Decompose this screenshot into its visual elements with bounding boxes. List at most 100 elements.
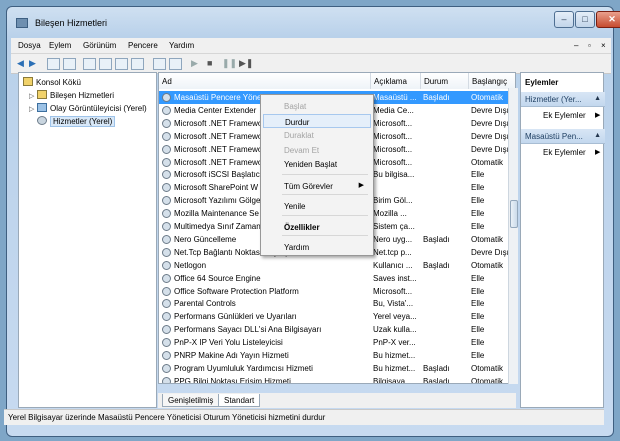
service-icon: [162, 376, 171, 383]
scrollbar-thumb[interactable]: [510, 200, 518, 228]
help-icon[interactable]: [153, 58, 166, 70]
up-folder-icon[interactable]: [47, 58, 60, 70]
menu-dosya[interactable]: Dosya: [18, 41, 41, 50]
tree-node-component-services[interactable]: ▷ Bileşen Hizmetleri: [29, 90, 114, 100]
table-row[interactable]: Office Software Protection Platform Micro…: [159, 285, 515, 298]
cell-description: Nero uyg...: [373, 234, 413, 244]
table-row[interactable]: Performans Sayacı DLL'si Ana Bilgisayarı…: [159, 323, 515, 336]
collapse-icon[interactable]: ▲: [594, 132, 601, 139]
column-header-status[interactable]: Durum: [421, 73, 469, 89]
cell-description: Bu, Vista'...: [373, 299, 414, 309]
context-item-0[interactable]: Başlat: [263, 99, 371, 113]
mdi-close-button[interactable]: ×: [601, 41, 606, 50]
tree-node-event-viewer[interactable]: ▷ Olay Görüntüleyicisi (Yerel): [29, 103, 147, 113]
menu-pencere[interactable]: Pencere: [128, 41, 158, 50]
tab-extended[interactable]: Genişletilmiş: [162, 394, 220, 407]
context-item-8[interactable]: Yardım: [263, 240, 371, 254]
mdi-minimize-button[interactable]: –: [574, 41, 578, 50]
start-service-icon[interactable]: ▶: [191, 58, 198, 69]
view-icon[interactable]: [131, 58, 144, 70]
column-header-description[interactable]: Açıklama: [371, 73, 421, 89]
cell-status: [423, 207, 469, 220]
menu-separator: [282, 235, 368, 236]
service-icon: [162, 170, 171, 180]
service-icon: [162, 325, 171, 335]
context-item-7[interactable]: Özellikler: [263, 220, 371, 234]
service-icon: [162, 247, 171, 257]
service-icon: [162, 93, 171, 102]
actions-group-services[interactable]: Hizmetler (Yer... ▲: [521, 92, 605, 107]
action-pane-icon[interactable]: [169, 58, 182, 70]
stop-service-icon[interactable]: ■: [207, 58, 212, 68]
more-actions-dwm[interactable]: Ek Eylemler: [543, 148, 586, 157]
service-icon: [162, 299, 171, 309]
minimize-button[interactable]: –: [554, 11, 574, 28]
vertical-scrollbar[interactable]: [508, 88, 518, 384]
cell-status: Başladı: [423, 234, 450, 244]
folder-icon: [37, 90, 47, 99]
context-item-3[interactable]: Devam Et: [263, 143, 371, 157]
cell-name: Performans Günlükleri ve Uyarıları: [174, 312, 297, 322]
context-item-5[interactable]: Tüm Görevler ▶: [263, 179, 371, 193]
view-tabs: Genişletilmiş Standart: [158, 393, 516, 408]
cell-description: Uzak kulla...: [373, 325, 417, 335]
close-button[interactable]: ✕: [596, 11, 620, 28]
cell-description: PnP-X ver...: [373, 338, 416, 348]
table-row[interactable]: Netlogon Kullanıcı ... Başladı Otomatik: [159, 259, 515, 272]
export-list-icon[interactable]: [99, 58, 112, 70]
forward-icon[interactable]: ▶: [29, 58, 36, 69]
tab-standard[interactable]: Standart: [218, 394, 261, 407]
table-row[interactable]: Performans Günlükleri ve Uyarıları Yerel …: [159, 310, 515, 323]
title-bar[interactable]: Bileşen Hizmetleri – □ ✕: [7, 7, 620, 35]
menu-eylem[interactable]: Eylem: [49, 41, 71, 50]
table-row[interactable]: Program Uyumluluk Yardımcısı Hizmeti Bu h…: [159, 362, 515, 375]
collapse-icon[interactable]: ▲: [594, 95, 601, 102]
submenu-arrow-icon: ▶: [595, 112, 601, 119]
cell-status: [423, 285, 469, 298]
properties-icon[interactable]: [83, 58, 96, 70]
table-row[interactable]: Office 64 Source Engine Saves inst... Elle: [159, 272, 515, 285]
menu-gorunum[interactable]: Görünüm: [83, 41, 116, 50]
cell-status: [423, 349, 469, 362]
context-item-1[interactable]: Durdur: [263, 114, 371, 128]
menu-separator: [282, 194, 368, 195]
tree-root[interactable]: Konsol Kökü: [23, 77, 81, 87]
back-icon[interactable]: ◀: [17, 58, 24, 69]
table-row[interactable]: PnP-X IP Veri Yolu Listeleyicisi PnP-X ve…: [159, 336, 515, 349]
maximize-button[interactable]: □: [575, 11, 595, 28]
service-icon: [162, 131, 171, 141]
more-actions-services[interactable]: Ek Eylemler: [543, 111, 586, 120]
service-icon: [162, 183, 171, 193]
context-item-4[interactable]: Yeniden Başlat: [263, 157, 371, 171]
window-title: Bileşen Hizmetleri: [35, 18, 108, 28]
service-icon: [162, 351, 171, 360]
mdi-restore-button[interactable]: ▫: [588, 41, 591, 50]
pause-service-icon[interactable]: ❚❚: [222, 58, 237, 69]
actions-title: Eylemler: [525, 78, 559, 87]
services-icon: [37, 116, 47, 125]
cell-status: Başladı: [423, 376, 450, 384]
context-item-6[interactable]: Yenile: [263, 199, 371, 213]
refresh-icon[interactable]: [115, 58, 128, 70]
cell-name: PnP-X IP Veri Yolu Listeleyicisi: [174, 338, 283, 348]
cell-status: [423, 323, 469, 336]
tree-node-services-local[interactable]: Hizmetler (Yerel): [37, 116, 116, 127]
toolbar: ◀ ▶ ▶ ■ ❚❚ ▶❚: [11, 54, 611, 74]
table-row[interactable]: PNRP Makine Adı Yayın Hizmeti Bu hizmet..…: [159, 349, 515, 362]
expand-icon[interactable]: ▷: [29, 105, 37, 113]
service-icon: [162, 234, 171, 244]
show-hide-tree-icon[interactable]: [63, 58, 76, 70]
expand-icon[interactable]: ▷: [29, 92, 37, 100]
service-icon: [162, 286, 171, 296]
service-icon: [162, 209, 171, 219]
restart-service-icon[interactable]: ▶❚: [239, 58, 253, 69]
actions-group-dwm[interactable]: Masaüstü Pen... ▲: [521, 129, 605, 144]
table-row[interactable]: PPG Bilgi Noktası Erişim Hizmeti Bilgisay…: [159, 375, 515, 384]
context-item-2[interactable]: Duraklat: [263, 128, 371, 142]
table-row[interactable]: Parental Controls Bu, Vista'... Elle: [159, 297, 515, 310]
column-header-startup[interactable]: Başlangıç: [469, 73, 515, 89]
cell-status: [423, 130, 469, 143]
cell-name: Parental Controls: [174, 299, 236, 309]
menu-yardim[interactable]: Yardım: [169, 41, 194, 50]
column-header-name[interactable]: Ad: [159, 73, 371, 89]
